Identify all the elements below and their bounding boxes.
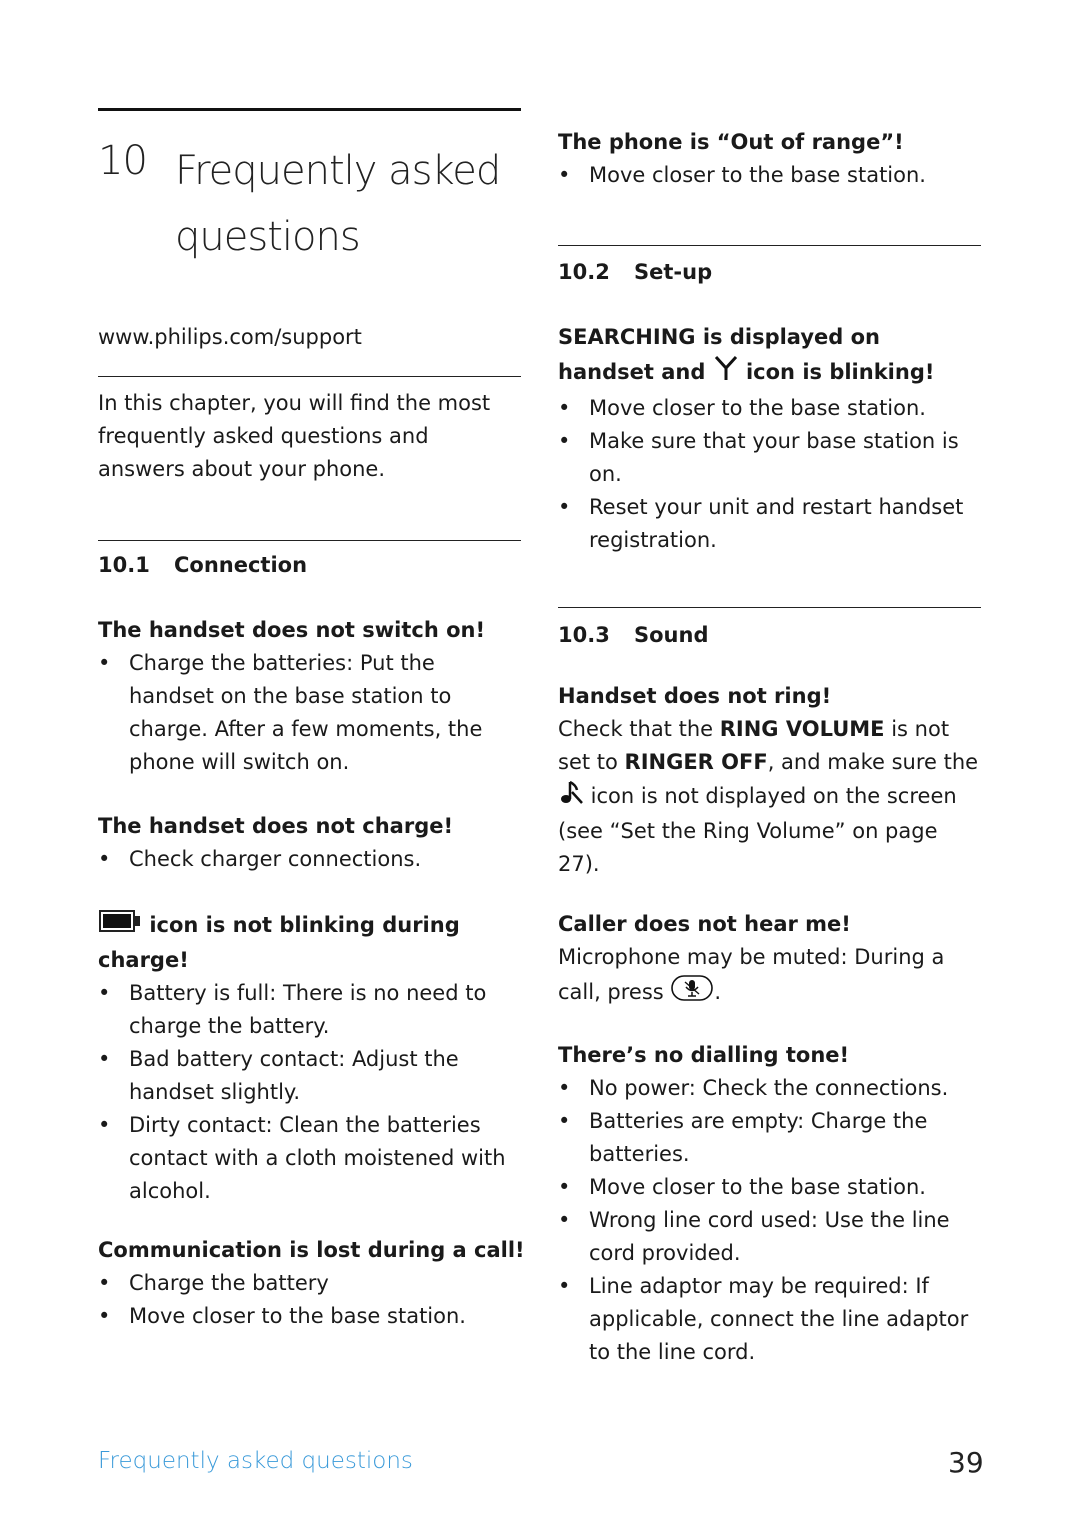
question-title: The handset does not charge! [98, 814, 454, 838]
answer-bullet: Make sure that your base station is on. [558, 425, 981, 491]
question-title: There’s no dialling tone! [558, 1043, 850, 1067]
answer-bullet: Move closer to the base station. [98, 1300, 538, 1333]
answer-bullet: Move closer to the base station. [558, 1171, 981, 1204]
faq-item: SEARCHING is displayed on handset and ic… [558, 321, 981, 557]
question-keyword: SEARCHING [558, 325, 696, 349]
chapter-top-rule [98, 108, 521, 111]
question-title: The phone is “Out of range”! [558, 130, 904, 154]
answer-bullet: No power: Check the connections. [558, 1072, 981, 1105]
section-title: Set-up [634, 260, 713, 284]
answer-text-part: . [714, 980, 722, 1004]
faq-item: Communication is lost during a call! Cha… [98, 1234, 538, 1333]
divider [558, 607, 981, 608]
answer-text-part: icon is not displayed on the screen (see… [558, 784, 957, 876]
answer-text-part: , and make sure the [767, 750, 979, 774]
question-title: The handset does not switch on! [98, 618, 486, 642]
support-url[interactable]: www.philips.com/support [98, 321, 362, 354]
mute-button-icon [670, 974, 714, 1012]
divider [98, 376, 521, 377]
answer-text: Check that the RING VOLUME is not set to… [558, 713, 981, 881]
footer-section-name: Frequently asked questions [98, 1448, 413, 1474]
answer-text-part: Microphone may be muted: During a call, … [558, 945, 945, 1004]
answer-bullet: Wrong line cord used: Use the line cord … [558, 1204, 981, 1270]
antenna-icon [713, 354, 739, 392]
faq-item: Handset does not ring! Check that the RI… [558, 680, 981, 881]
question-title-text: icon is not blinking during charge! [98, 913, 460, 972]
keyword-ringer-off: RINGER OFF [624, 750, 768, 774]
answer-bullet: Move closer to the base station. [558, 392, 981, 425]
answer-bullet: Batteries are empty: Charge the batterie… [558, 1105, 981, 1171]
ringer-off-icon [558, 779, 584, 815]
answer-bullet: Move closer to the base station. [558, 159, 981, 192]
answer-bullet: Battery is full: There is no need to cha… [98, 977, 521, 1043]
keyword-ring-volume: RING VOLUME [719, 717, 885, 741]
section-number: 10.2 [558, 260, 610, 284]
answer-text-part: Check that the [558, 717, 720, 741]
answer-bullet: Charge the batteries: Put the handset on… [98, 647, 521, 779]
faq-item: icon is not blinking during charge! Batt… [98, 908, 521, 1208]
answer-text: Microphone may be muted: During a call, … [558, 941, 981, 1012]
divider [98, 540, 521, 541]
chapter-intro: In this chapter, you will find the most … [98, 391, 491, 481]
question-title: icon is not blinking during charge! [98, 908, 521, 977]
answer-bullet: Dirty contact: Clean the batteries conta… [98, 1109, 521, 1208]
chapter-number: 10 [98, 138, 148, 184]
section-heading-connection: 10.1 Connection [98, 549, 307, 582]
page-number: 39 [948, 1446, 984, 1479]
faq-item: The handset does not switch on! Charge t… [98, 614, 521, 779]
answer-bullet: Check charger connections. [98, 843, 521, 876]
section-title: Sound [634, 623, 709, 647]
section-heading-setup: 10.2 Set-up [558, 256, 712, 289]
faq-item: The handset does not charge! Check charg… [98, 810, 521, 876]
question-title: Communication is lost during a call! [98, 1238, 525, 1262]
question-title: SEARCHING is displayed on handset and ic… [558, 321, 981, 392]
section-heading-sound: 10.3 Sound [558, 619, 708, 652]
divider [558, 245, 981, 246]
section-number: 10.3 [558, 623, 610, 647]
battery-icon [98, 908, 142, 944]
answer-bullet: Reset your unit and restart handset regi… [558, 491, 981, 557]
question-title: Handset does not ring! [558, 684, 832, 708]
faq-item: There’s no dialling tone! No power: Chec… [558, 1039, 981, 1369]
question-title-text: icon is blinking! [738, 360, 935, 384]
faq-item: The phone is “Out of range”! Move closer… [558, 126, 981, 192]
section-title: Connection [174, 553, 308, 577]
answer-bullet: Bad battery contact: Adjust the handset … [98, 1043, 521, 1109]
answer-bullet: Line adaptor may be required: If applica… [558, 1270, 981, 1369]
chapter-title: Frequently asked questions [175, 148, 501, 260]
question-title: Caller does not hear me! [558, 912, 851, 936]
section-number: 10.1 [98, 553, 150, 577]
answer-bullet: Charge the battery [98, 1267, 538, 1300]
faq-item: Caller does not hear me! Microphone may … [558, 908, 981, 1012]
